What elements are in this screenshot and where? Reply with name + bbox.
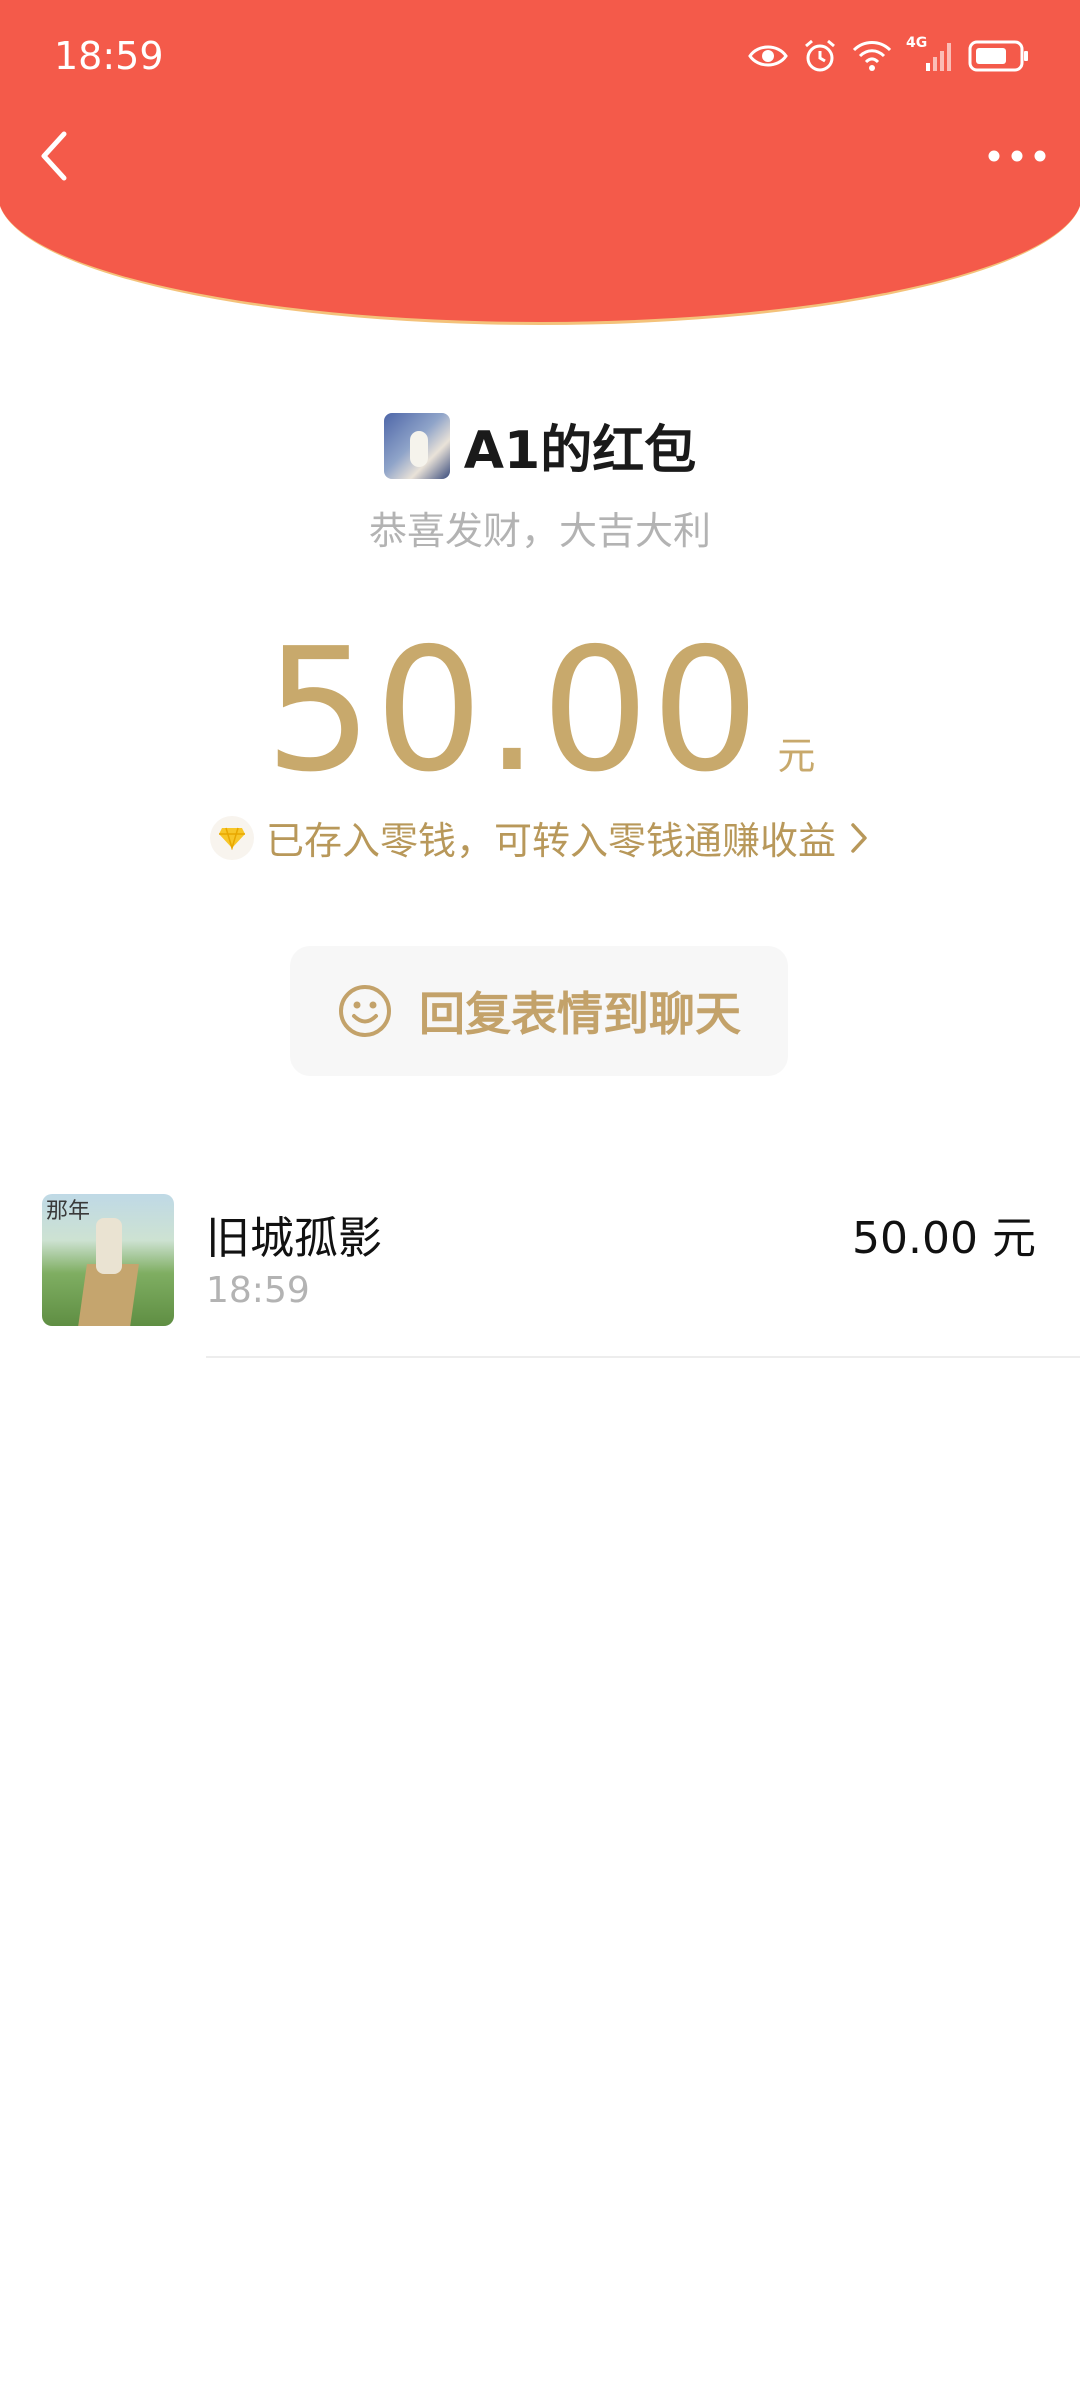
receiver-avatar: 那年 (42, 1194, 174, 1326)
wifi-icon (852, 41, 892, 71)
smiley-icon (339, 985, 391, 1037)
signal-icon: 4G (906, 35, 954, 73)
stored-text: 已存入零钱，可转入零钱通赚收益 (265, 819, 836, 863)
reply-label: 回复表情到聊天 (419, 987, 741, 1041)
amount-value: 50.00 (264, 612, 762, 810)
eye-icon (748, 45, 788, 67)
more-options-button[interactable] (982, 136, 1052, 176)
avatar-caption: 那年 (46, 1199, 91, 1224)
reply-sticker-button[interactable]: 回复表情到聊天 (290, 946, 788, 1076)
amount-display: 50.00 元 (0, 612, 1080, 810)
back-button[interactable] (30, 126, 80, 186)
greeting-text: 恭喜发财，大吉大利 (368, 509, 711, 553)
amount-unit: 元 (777, 734, 816, 778)
receive-time: 18:59 (206, 1270, 310, 1311)
sender-row: A1的红包 (0, 408, 1080, 483)
stored-to-wallet-link[interactable]: 已存入零钱，可转入零钱通赚收益 (0, 810, 1080, 865)
status-time: 18:59 (54, 34, 164, 78)
chevron-right-icon (851, 822, 867, 853)
receiver-name: 旧城孤影 (206, 1213, 382, 1264)
receive-amount: 50.00 元 (852, 1213, 1036, 1264)
sender-avatar[interactable] (383, 412, 450, 479)
status-icons: 4G (748, 35, 1030, 74)
receiver-row[interactable]: 那年 旧城孤影 18:59 50.00 元 (0, 1190, 1080, 1358)
sender-title: A1的红包 (463, 421, 697, 481)
battery-icon (968, 40, 1028, 72)
diamond-icon (209, 815, 254, 860)
status-bar: 18:59 4G (0, 0, 1080, 120)
alarm-icon (805, 39, 835, 72)
divider (206, 1356, 1080, 1358)
